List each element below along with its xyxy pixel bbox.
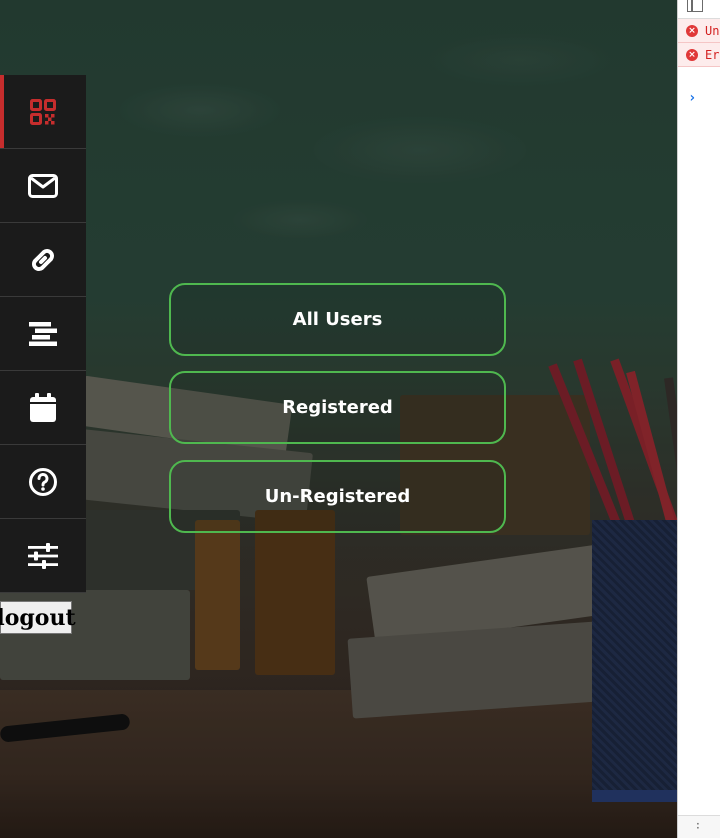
calendar-icon: [29, 392, 57, 423]
sidebar-item-settings[interactable]: [0, 519, 86, 593]
error-icon: ×: [686, 24, 698, 37]
all-users-button[interactable]: All Users: [169, 283, 506, 356]
registered-button[interactable]: Registered: [169, 371, 506, 444]
console-error-row[interactable]: × Un: [678, 19, 720, 43]
devtools-panel: × Un × Er › · ·: [677, 0, 720, 838]
more-options-icon[interactable]: · ·: [696, 818, 700, 834]
devtools-toolbar: [678, 0, 720, 19]
link-icon: [28, 245, 58, 275]
console-prompt-icon[interactable]: ›: [688, 90, 696, 106]
sidebar-item-links[interactable]: [0, 223, 86, 297]
sliders-icon: [28, 542, 58, 569]
console-error-text: Er: [705, 47, 720, 62]
sidebar-item-help[interactable]: [0, 445, 86, 519]
sidebar: [0, 75, 86, 593]
question-circle-icon: [28, 467, 58, 497]
envelope-icon: [28, 173, 58, 198]
sidebar-item-list[interactable]: [0, 297, 86, 371]
sidebar-item-messages[interactable]: [0, 149, 86, 223]
error-icon: ×: [686, 48, 698, 61]
qr-code-icon: [29, 98, 57, 126]
sidebar-item-calendar[interactable]: [0, 371, 86, 445]
console-error-row[interactable]: × Er: [678, 43, 720, 67]
logout-button[interactable]: logout: [0, 601, 76, 634]
sidebar-item-qr-code[interactable]: [0, 75, 86, 149]
panel-toggle-icon[interactable]: [687, 0, 703, 12]
unregistered-button[interactable]: Un-Registered: [169, 460, 506, 533]
align-icon: [28, 321, 58, 347]
devtools-drawer-bar: · ·: [678, 815, 720, 838]
console-error-text: Un: [705, 23, 720, 38]
